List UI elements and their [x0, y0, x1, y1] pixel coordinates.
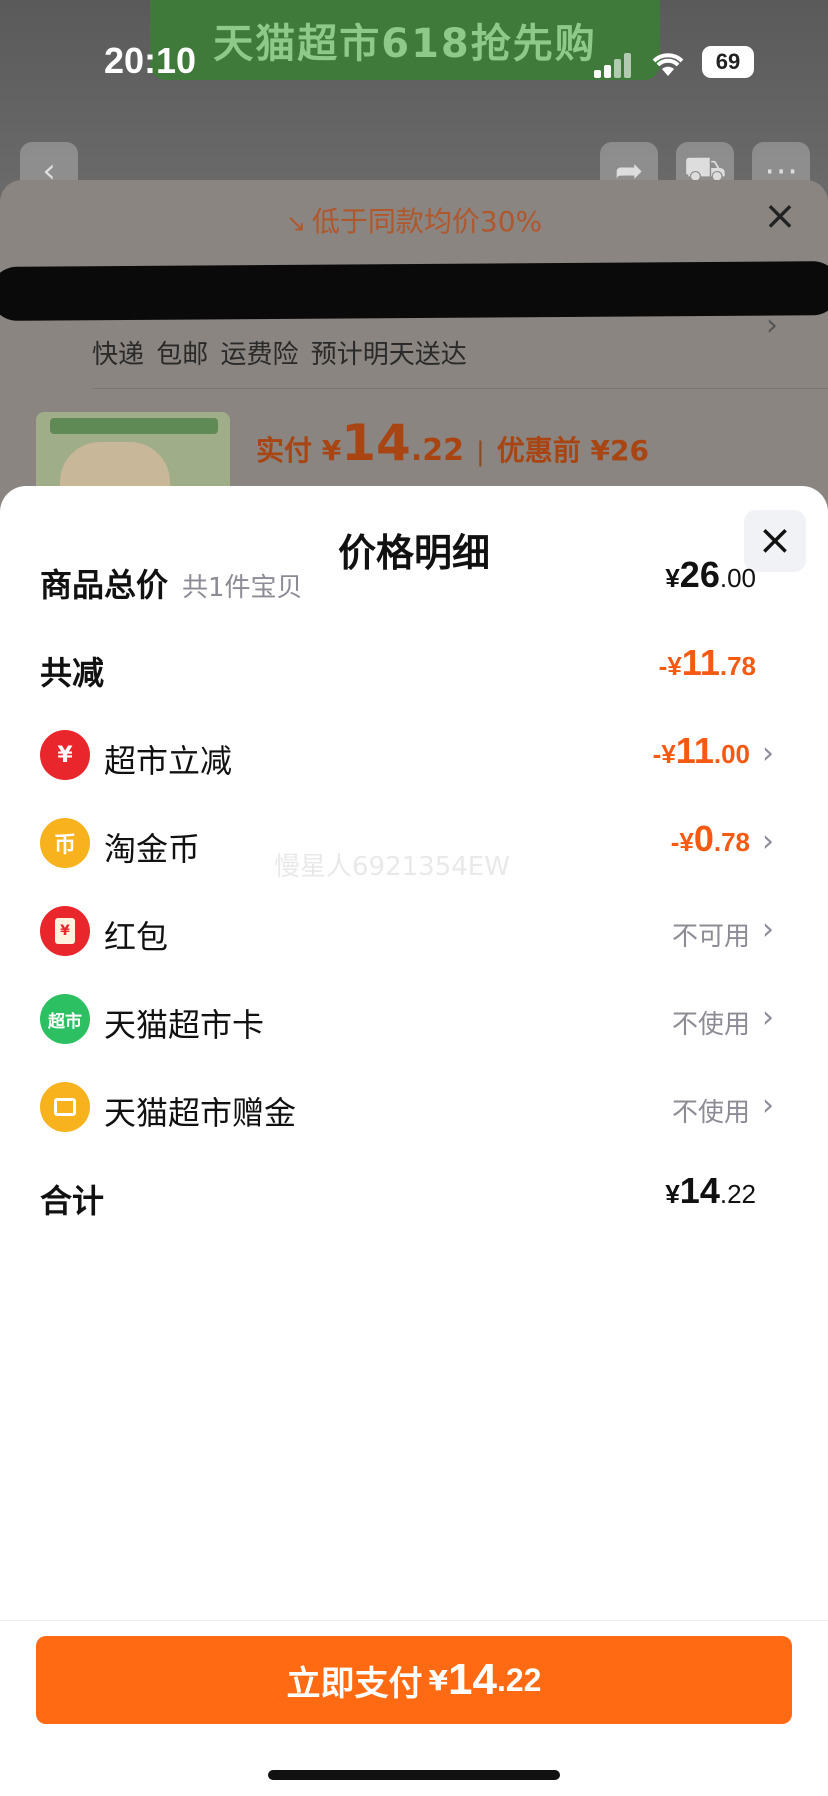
red-packet-icon: ¥: [40, 906, 90, 956]
row-value: -¥11.78: [659, 642, 756, 684]
battery-icon: 69: [702, 46, 754, 78]
delivery-info: 快递 包邮 运费险 预计明天送达: [92, 340, 467, 370]
actual-label: 实付 ¥: [256, 434, 342, 467]
row-taojinbi[interactable]: 币 淘金币 -¥0.78 ›: [0, 812, 828, 872]
amount-cents: .00: [719, 563, 756, 593]
row-label: 商品总价 共1件宝贝: [40, 560, 303, 606]
currency: ¥: [665, 1179, 680, 1209]
pay-button-label: 立即支付: [286, 1663, 423, 1704]
row-value: -¥0.78: [671, 818, 750, 860]
tmall-supermarket-icon: 超市: [40, 994, 90, 1044]
amount-int: 0: [693, 818, 714, 859]
separator: |: [475, 437, 485, 467]
amount-int: 11: [681, 642, 720, 683]
trend-down-icon: ↘: [285, 209, 306, 237]
amount-int: 11: [675, 730, 714, 771]
divider: [92, 388, 828, 389]
row-label: 合计: [40, 1182, 105, 1220]
row-value: -¥11.00: [653, 730, 750, 772]
pay-now-button[interactable]: 立即支付 ¥14.22: [36, 1636, 792, 1724]
row-grand-total: 合计 ¥14.22: [0, 1164, 828, 1224]
row-total-discount: 共减 -¥11.78: [0, 636, 828, 696]
row-label: 共减: [40, 654, 105, 692]
chevron-right-icon[interactable]: ›: [766, 308, 778, 343]
amount-cents: .22: [719, 1179, 756, 1209]
row-status: 不使用: [671, 1010, 750, 1040]
row-status: 不可用: [671, 922, 750, 952]
price-hint-text: 低于同款均价30%: [311, 205, 543, 238]
instant-discount-icon: ¥: [40, 730, 90, 780]
price-detail-sheet: 价格明细 × 慢星人6921354EW 商品总价 共1件宝贝 ¥26.00 共减 …: [0, 486, 828, 1796]
chevron-right-icon: ›: [762, 912, 774, 947]
gift-icon: [40, 1082, 90, 1132]
before-discount: 优惠前 ¥26: [496, 434, 649, 467]
row-supermarket-discount[interactable]: ¥ 超市立减 -¥11.00 ›: [0, 724, 828, 784]
amount-cents: .78: [719, 651, 756, 681]
row-status: 不使用: [671, 1098, 750, 1128]
row-tmall-bonus[interactable]: 天猫超市赠金 不使用 ›: [0, 1076, 828, 1136]
row-label: 淘金币: [104, 830, 201, 868]
amount-int: 26: [679, 554, 720, 595]
home-indicator: [268, 1770, 560, 1780]
amount-cents: .00: [713, 739, 750, 769]
actual-payment-line: 实付 ¥14.22 | 优惠前 ¥26: [256, 414, 649, 472]
icon-glyph: ¥: [57, 742, 73, 768]
chevron-right-icon: ›: [762, 736, 774, 771]
redacted-address: [0, 261, 828, 321]
currency: -¥: [652, 739, 676, 769]
icon-glyph: ¥: [55, 918, 75, 944]
currency: -¥: [670, 827, 694, 857]
coin-icon: 币: [40, 818, 90, 868]
currency: -¥: [658, 651, 682, 681]
price-hint: ↘ 低于同款均价30%: [0, 200, 828, 240]
status-time: 20:10: [104, 40, 197, 81]
status-bar: 20:10 69: [0, 0, 828, 120]
wifi-icon: [648, 48, 688, 78]
chevron-right-icon: ›: [762, 1088, 774, 1123]
row-value: ¥14.22: [665, 1170, 756, 1212]
row-red-packet[interactable]: ¥ 红包 不可用 ›: [0, 900, 828, 960]
icon-glyph: 超市: [48, 1011, 82, 1032]
actual-int: 14: [341, 414, 411, 472]
row-tmall-card[interactable]: 超市 天猫超市卡 不使用 ›: [0, 988, 828, 1048]
actual-cents: .22: [410, 433, 464, 468]
chevron-right-icon: ›: [762, 824, 774, 859]
amount-cents: .78: [713, 827, 750, 857]
footer-divider: [0, 1620, 828, 1621]
currency: ¥: [428, 1663, 449, 1697]
amount-int: 14: [448, 1655, 497, 1704]
cellular-signal-icon: [594, 52, 634, 78]
amount-int: 14: [679, 1170, 720, 1211]
chevron-right-icon: ›: [762, 1000, 774, 1035]
item-count: 共1件宝贝: [182, 573, 303, 603]
row-label: 天猫超市卡: [104, 1006, 265, 1044]
row-value: ¥26.00: [665, 554, 756, 596]
row-label-text: 商品总价: [40, 566, 169, 604]
row-label: 红包: [104, 918, 169, 956]
row-label: 超市立减: [104, 742, 233, 780]
currency: ¥: [665, 563, 680, 593]
amount-cents: .22: [496, 1661, 542, 1698]
row-total-price: 商品总价 共1件宝贝 ¥26.00: [0, 548, 828, 608]
row-label: 天猫超市赠金: [104, 1094, 297, 1132]
order-sheet-close-icon[interactable]: ×: [760, 196, 800, 236]
icon-glyph: 币: [53, 833, 76, 858]
